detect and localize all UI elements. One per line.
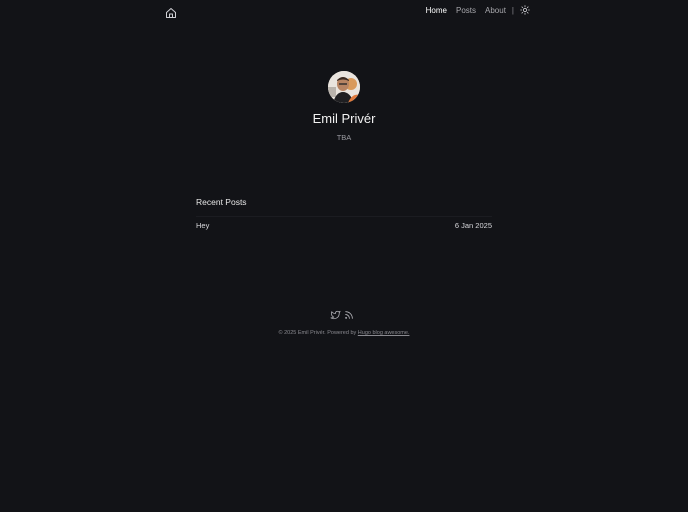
nav-separator: | bbox=[511, 5, 514, 15]
nav-about[interactable]: About bbox=[485, 6, 506, 15]
nav-home[interactable]: Home bbox=[426, 6, 447, 15]
twitter-icon[interactable] bbox=[330, 307, 341, 320]
sun-icon[interactable] bbox=[520, 5, 530, 15]
list-item[interactable]: Hey 6 Jan 2025 bbox=[196, 221, 492, 233]
powered-by-link[interactable]: Hugo blog awesome. bbox=[358, 330, 410, 336]
site-header: Home Posts About | bbox=[164, 0, 532, 24]
recent-posts-title: Recent Posts bbox=[196, 197, 247, 207]
page: Home Posts About | Emil Privér TBA Recen… bbox=[0, 0, 688, 512]
rss-icon[interactable] bbox=[344, 307, 354, 319]
footer-social bbox=[330, 307, 354, 320]
nav-posts[interactable]: Posts bbox=[456, 6, 476, 15]
copyright: © 2025 Emil Privér. Powered by Hugo blog… bbox=[0, 330, 688, 336]
post-title-link[interactable]: Hey bbox=[196, 221, 209, 230]
divider bbox=[196, 216, 492, 217]
copyright-text: © 2025 Emil Privér. Powered by bbox=[278, 330, 358, 336]
home-icon[interactable] bbox=[165, 6, 177, 18]
avatar bbox=[328, 71, 360, 103]
profile-name: Emil Privér bbox=[312, 111, 376, 126]
post-date: 6 Jan 2025 bbox=[454, 221, 492, 230]
main-nav: Home Posts About | bbox=[417, 5, 530, 15]
profile-tagline: TBA bbox=[336, 133, 352, 142]
